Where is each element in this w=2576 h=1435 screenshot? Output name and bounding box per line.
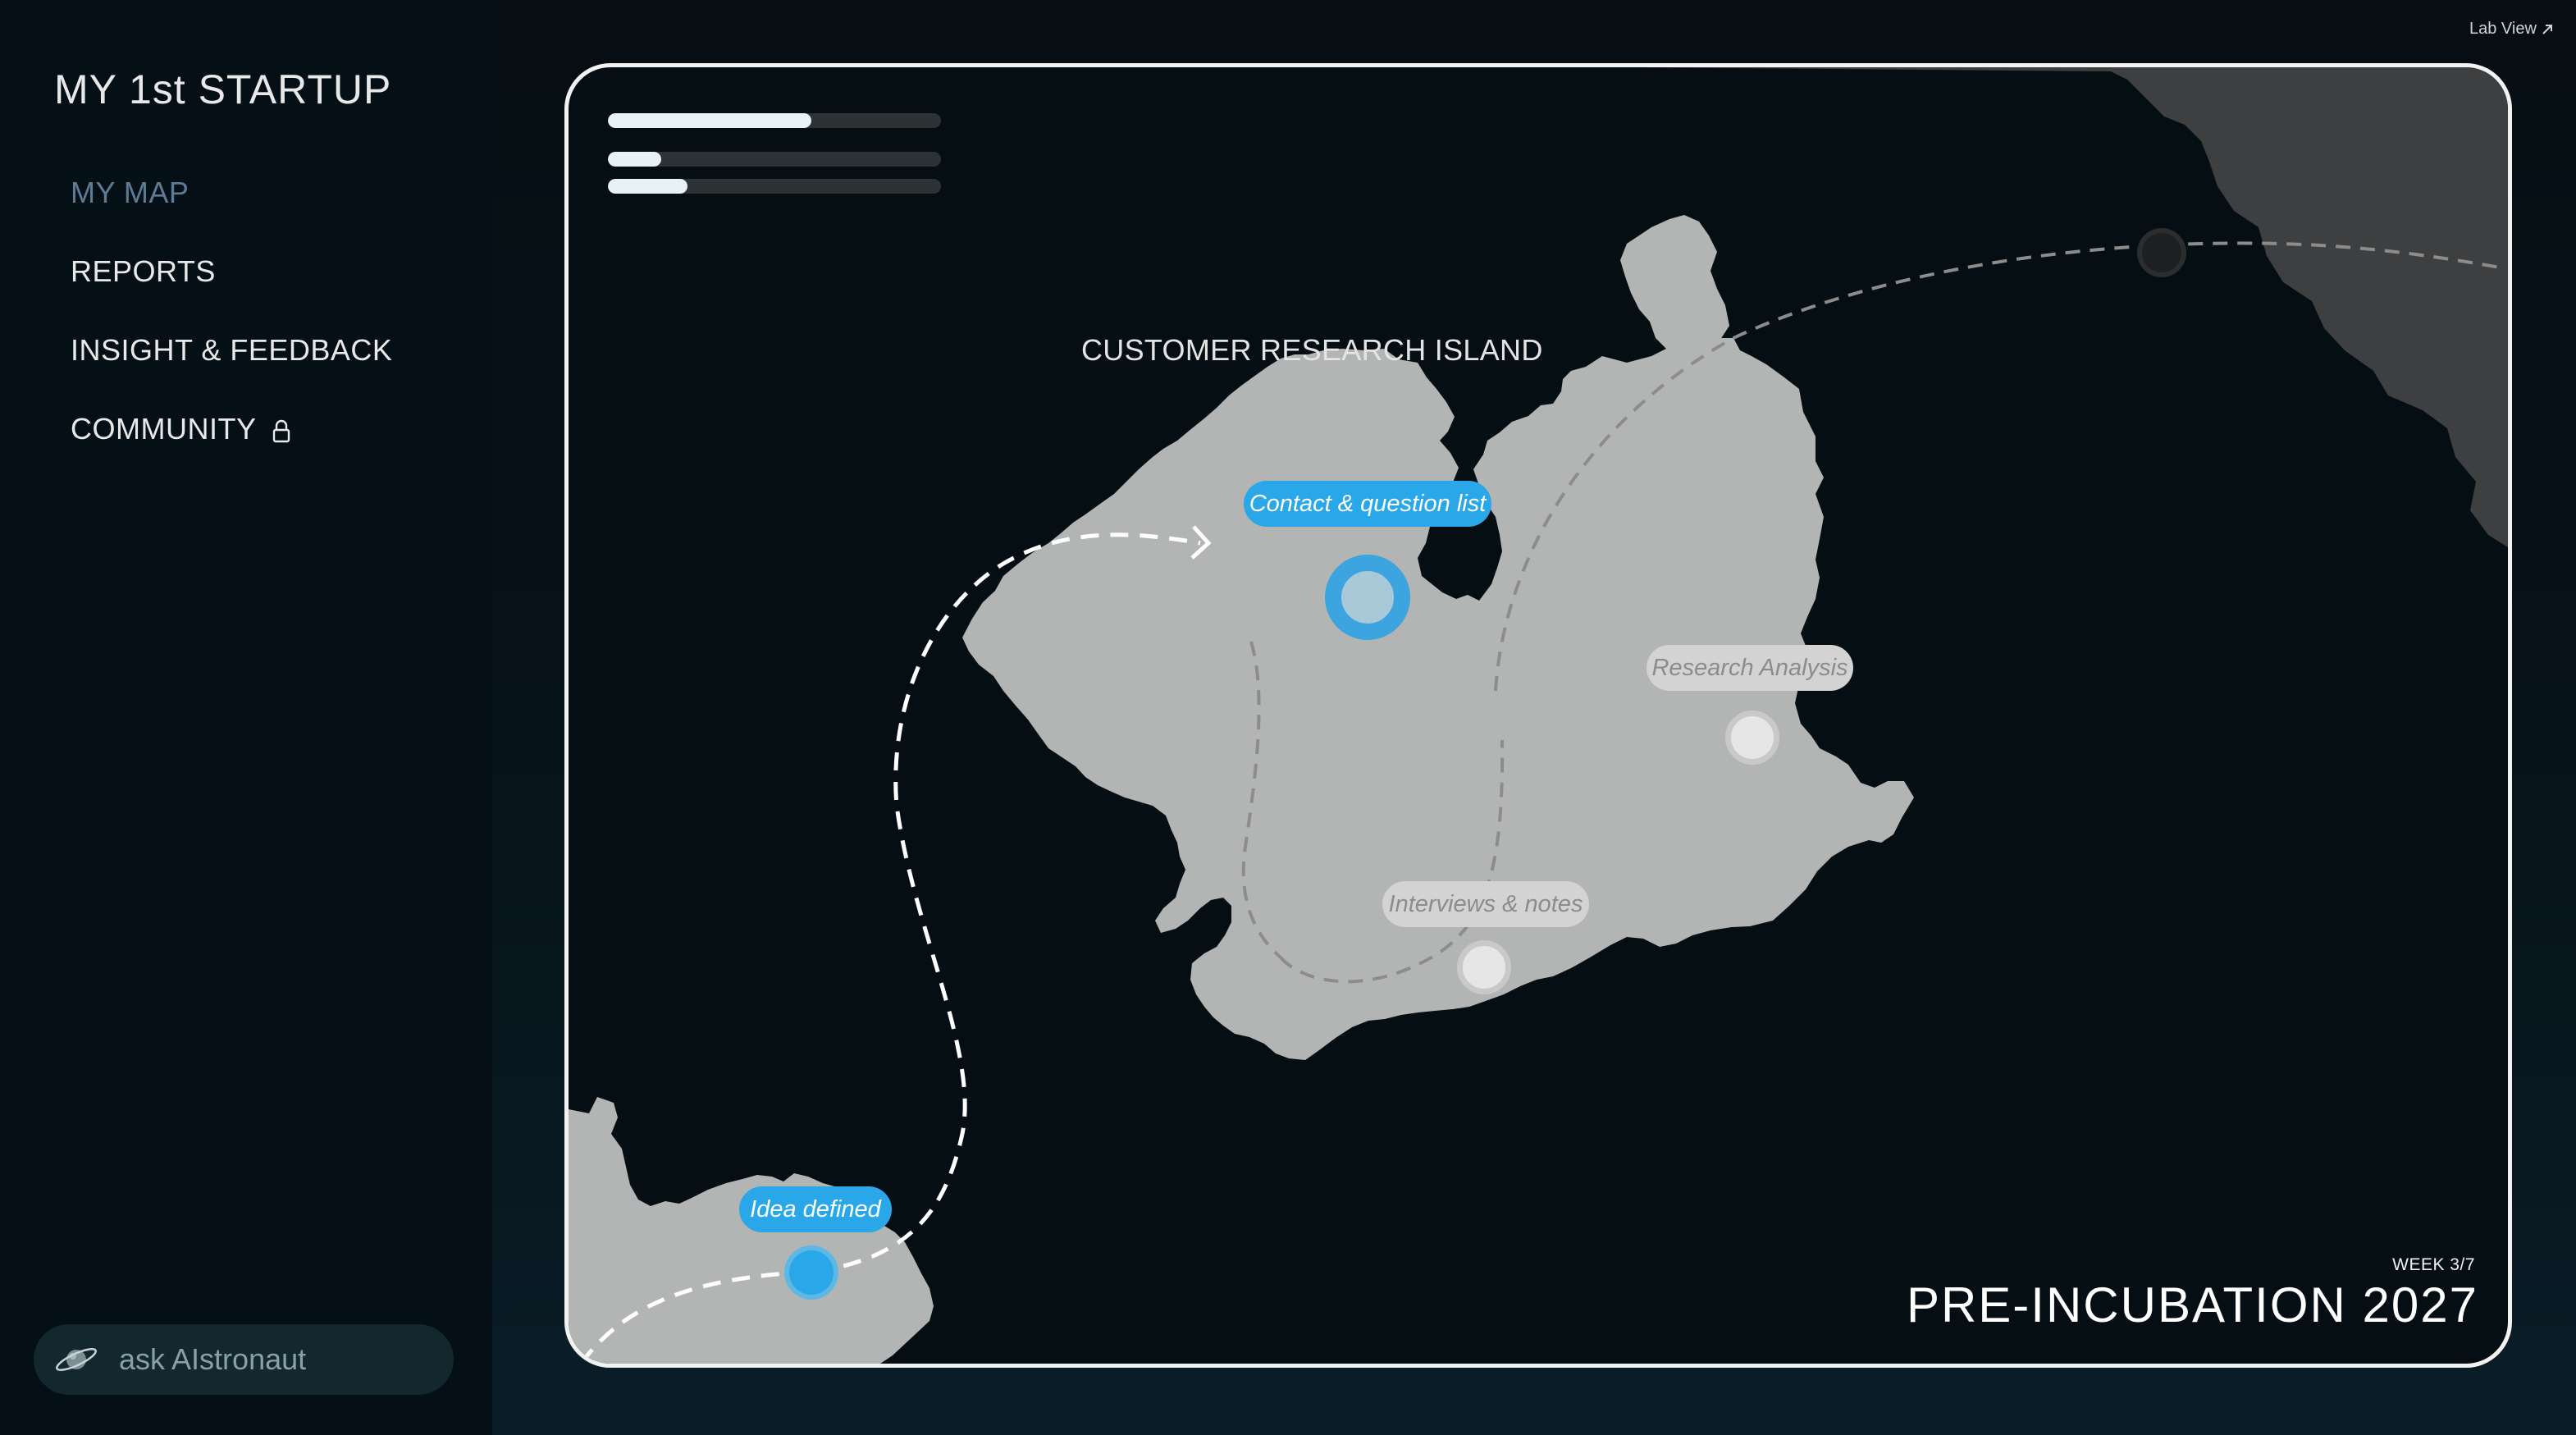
- milestone-node-research[interactable]: [1725, 711, 1779, 765]
- milestone-node-contact[interactable]: [1325, 555, 1410, 640]
- journey-map[interactable]: CUSTOMER RESEARCH ISLAND Idea defined Co…: [564, 63, 2512, 1368]
- week-indicator: WEEK 3/7: [2392, 1255, 2475, 1274]
- nav-item-community[interactable]: COMMUNITY: [71, 412, 292, 446]
- milestone-label-contact[interactable]: Contact & question list: [1244, 481, 1491, 527]
- nav-item-label: MY MAP: [71, 176, 190, 209]
- customer-research-island: [962, 326, 1914, 1060]
- lock-icon: [271, 417, 292, 443]
- nav-item-label: COMMUNITY: [71, 412, 257, 446]
- progress-bar-1: [608, 113, 941, 128]
- sidebar: MY 1st STARTUP MY MAP REPORTS INSIGHT & …: [0, 0, 492, 1435]
- lab-view-link[interactable]: Lab View: [2469, 20, 2555, 39]
- milestone-label-idea[interactable]: Idea defined: [739, 1186, 892, 1232]
- island-title: CUSTOMER RESEARCH ISLAND: [1081, 333, 1543, 367]
- milestone-node-idea[interactable]: [784, 1245, 838, 1300]
- progress-bar-3: [608, 179, 941, 194]
- start-island: [569, 1097, 934, 1364]
- program-title: PRE-INCUBATION 2027: [1906, 1277, 2478, 1332]
- ask-placeholder: ask AIstronaut: [119, 1342, 307, 1376]
- ask-aistronaut-input[interactable]: ask AIstronaut: [34, 1324, 454, 1395]
- progress-fill: [608, 113, 811, 128]
- planet-icon: [52, 1339, 101, 1380]
- milestone-node-next-island[interactable]: [2137, 228, 2186, 277]
- external-arrow-icon: [2540, 22, 2555, 37]
- milestone-label-research[interactable]: Research Analysis: [1647, 645, 1853, 691]
- nav-item-label: REPORTS: [71, 254, 216, 288]
- nav-item-reports[interactable]: REPORTS: [71, 254, 216, 289]
- progress-fill: [608, 179, 688, 194]
- nav-item-label: INSIGHT & FEEDBACK: [71, 333, 393, 367]
- nav-item-insight-feedback[interactable]: INSIGHT & FEEDBACK: [71, 333, 392, 368]
- app-title: MY 1st STARTUP: [54, 66, 392, 112]
- map-canvas: [569, 67, 2508, 1364]
- lab-view-label: Lab View: [2469, 20, 2537, 38]
- progress-bar-2: [608, 152, 941, 167]
- milestone-label-interviews[interactable]: Interviews & notes: [1382, 881, 1589, 927]
- small-island: [1620, 215, 1729, 367]
- progress-fill: [608, 152, 661, 167]
- nav-item-my-map[interactable]: MY MAP: [71, 176, 189, 210]
- milestone-node-interviews[interactable]: [1457, 940, 1511, 994]
